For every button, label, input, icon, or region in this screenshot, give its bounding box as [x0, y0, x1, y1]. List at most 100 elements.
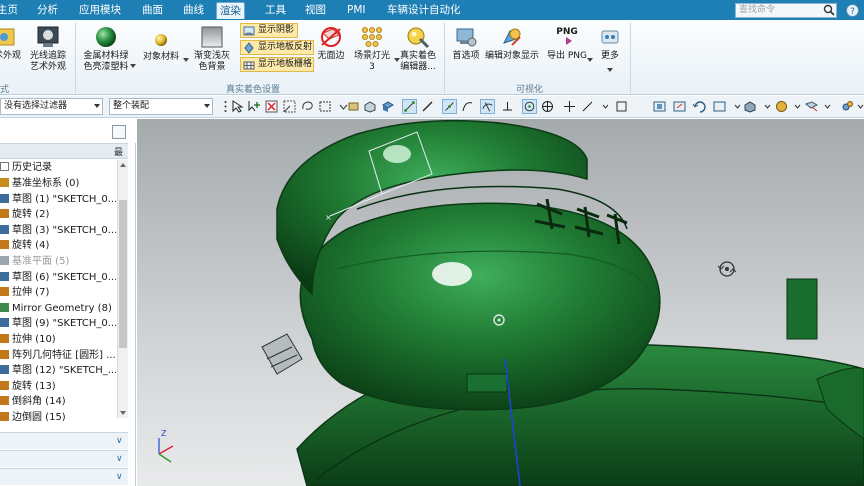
no-face-edges-button[interactable]: 无面边 — [316, 25, 346, 62]
curve-point-icon[interactable] — [460, 99, 475, 114]
feature-tree-row[interactable]: 草图 (12) "SKETCH_... — [0, 363, 116, 379]
more-button[interactable]: 更多 — [597, 25, 623, 62]
collapse-icon[interactable] — [0, 162, 9, 171]
edit-object-display-button[interactable]: 编辑对象显示 — [484, 25, 540, 62]
gradient-background-button[interactable]: 渐变浅灰 色背景 — [190, 25, 234, 73]
chevron-down-icon[interactable]: ∨ — [116, 454, 123, 464]
intersection-icon[interactable] — [480, 99, 495, 114]
navigator-scrollbar[interactable] — [117, 160, 128, 418]
scroll-thumb[interactable] — [119, 200, 127, 348]
edge-dropdown-icon[interactable] — [790, 99, 805, 114]
feature-tree-row[interactable]: 拉伸 (7) — [0, 285, 116, 301]
tab-vehicle-design[interactable]: 车辆设计自动化 — [384, 2, 464, 19]
work-layer-icon[interactable] — [804, 99, 819, 114]
chevron-down-icon[interactable] — [183, 58, 189, 62]
scroll-up-arrow-icon[interactable] — [120, 163, 126, 167]
render-dropdown-icon[interactable] — [760, 99, 775, 114]
type-filter-dropdown[interactable]: 没有选择过滤器 — [0, 98, 103, 115]
midpoint-icon[interactable] — [442, 99, 457, 114]
scroll-down-arrow-icon[interactable] — [120, 411, 126, 415]
command-search-input[interactable]: 查找命令 — [735, 3, 837, 18]
face-icon[interactable] — [380, 99, 395, 114]
details-panel-bar[interactable]: ∨ — [0, 450, 128, 467]
plus-cursor-icon[interactable] — [246, 99, 261, 114]
show-floor-grid-toggle[interactable]: 显示地板栅格 — [240, 57, 314, 72]
selection-scope-dropdown[interactable]: 整个装配 — [109, 98, 213, 115]
art-appearance-button[interactable]: 术外观 — [0, 25, 22, 61]
layer-dropdown-icon[interactable] — [820, 99, 835, 114]
chevron-down-icon[interactable] — [587, 58, 593, 62]
model-canvas[interactable]: × Z — [137, 119, 864, 486]
edge-display-icon[interactable] — [774, 99, 789, 114]
object-material-button[interactable]: 对象材料 — [140, 30, 182, 63]
rotate-view-icon[interactable] — [692, 99, 707, 114]
tab-view[interactable]: 视图 — [302, 2, 329, 19]
feature-tree-row[interactable]: 草图 (6) "SKETCH_0... — [0, 270, 116, 286]
point-on-surface-icon[interactable] — [580, 99, 595, 114]
view-zoom-icon[interactable] — [672, 99, 687, 114]
select-cursor-icon[interactable] — [230, 99, 245, 114]
view-fit-icon[interactable] — [652, 99, 667, 114]
assembly-tools-icon[interactable] — [840, 99, 855, 114]
render-style-icon[interactable] — [742, 99, 757, 114]
tangent-icon[interactable] — [500, 99, 515, 114]
rectangle-select-icon[interactable] — [318, 99, 333, 114]
feature-icon[interactable] — [346, 99, 361, 114]
feature-tree-row[interactable]: 边倒圆 (15) — [0, 410, 116, 426]
chevron-down-icon[interactable]: ∨ — [116, 436, 123, 446]
tab-home[interactable]: 主页 — [0, 2, 21, 19]
existing-point-icon[interactable] — [614, 99, 629, 114]
tab-analysis[interactable]: 分析 — [34, 2, 61, 19]
feature-tree-row[interactable]: 倒斜角 (14) — [0, 394, 116, 410]
feature-tree-row[interactable]: 拉伸 (10) — [0, 332, 116, 348]
lasso-icon[interactable] — [300, 99, 315, 114]
tools-dropdown-icon[interactable] — [855, 99, 864, 114]
point-on-curve-icon[interactable] — [562, 99, 577, 114]
true-shading-editor-button[interactable]: 真实着色 编辑器... — [399, 25, 437, 73]
feature-tree-row[interactable]: 草图 (1) "SKETCH_0... — [0, 192, 116, 208]
feature-tree-row[interactable]: 旋转 (4) — [0, 238, 116, 254]
search-icon[interactable] — [823, 4, 835, 16]
feature-tree-row[interactable]: Mirror Geometry (8) — [0, 301, 116, 317]
navigator-maximize-icon[interactable] — [112, 125, 126, 139]
body-icon[interactable] — [362, 99, 377, 114]
chevron-down-icon[interactable]: ∨ — [116, 472, 123, 482]
feature-tree-row[interactable]: 基准坐标系 (0) — [0, 176, 116, 192]
select-filter-icon[interactable] — [264, 99, 279, 114]
chevron-down-icon[interactable] — [130, 64, 136, 68]
line-icon[interactable] — [420, 99, 435, 114]
tab-application[interactable]: 应用模块 — [76, 2, 124, 19]
feature-tree-row[interactable]: 草图 (9) "SKETCH_0... — [0, 316, 116, 332]
feature-tree-row[interactable]: 草图 (3) "SKETCH_0... — [0, 223, 116, 239]
graphics-viewport[interactable]: × Z — [137, 119, 864, 486]
dependencies-panel-bar[interactable]: ∨ — [0, 432, 128, 449]
tab-curve[interactable]: 曲线 — [180, 2, 207, 19]
tab-render[interactable]: 渲染 — [216, 2, 245, 19]
feature-tree-row[interactable]: 阵列几何特征 [圆形] ... — [0, 348, 116, 364]
feature-tree-row[interactable]: 基准平面 (5) — [0, 254, 116, 270]
show-shadow-toggle[interactable]: 显示阴影 — [240, 23, 298, 38]
show-floor-reflection-toggle[interactable]: 显示地板反射 — [240, 40, 314, 55]
feature-tree-row[interactable]: 旋转 (13) — [0, 379, 116, 395]
specular-highlight — [432, 262, 472, 286]
preferences-button[interactable]: 首选项 — [450, 25, 482, 62]
chevron-down-icon[interactable] — [607, 68, 613, 72]
sketch-icon — [0, 193, 9, 203]
quadrant-icon[interactable] — [540, 99, 555, 114]
export-png-button[interactable]: PNG 导出 PNG — [545, 25, 589, 62]
snap-dropdown-icon[interactable] — [598, 99, 613, 114]
preview-panel-bar[interactable]: ∨ — [0, 468, 128, 485]
feature-tree-row[interactable]: 旋转 (2) — [0, 207, 116, 223]
help-icon[interactable]: ? — [846, 4, 859, 17]
ray-traced-art-button[interactable]: 光线追踪 艺术外观 — [28, 25, 68, 73]
tab-tools[interactable]: 工具 — [262, 2, 289, 19]
snap-endpoint-icon[interactable] — [402, 99, 417, 114]
metal-green-material-button[interactable]: 金属材料绿 色亮漆塑料 — [80, 25, 132, 73]
scene-light-button[interactable]: 场景灯光 3 — [350, 25, 394, 73]
scope-icon[interactable] — [282, 99, 297, 114]
history-root-row[interactable]: 历史记录 — [0, 160, 116, 176]
tab-surface[interactable]: 曲面 — [139, 2, 166, 19]
orient-view-icon[interactable] — [712, 99, 727, 114]
tab-pmi[interactable]: PMI — [344, 2, 369, 19]
arc-center-icon[interactable] — [522, 99, 537, 114]
